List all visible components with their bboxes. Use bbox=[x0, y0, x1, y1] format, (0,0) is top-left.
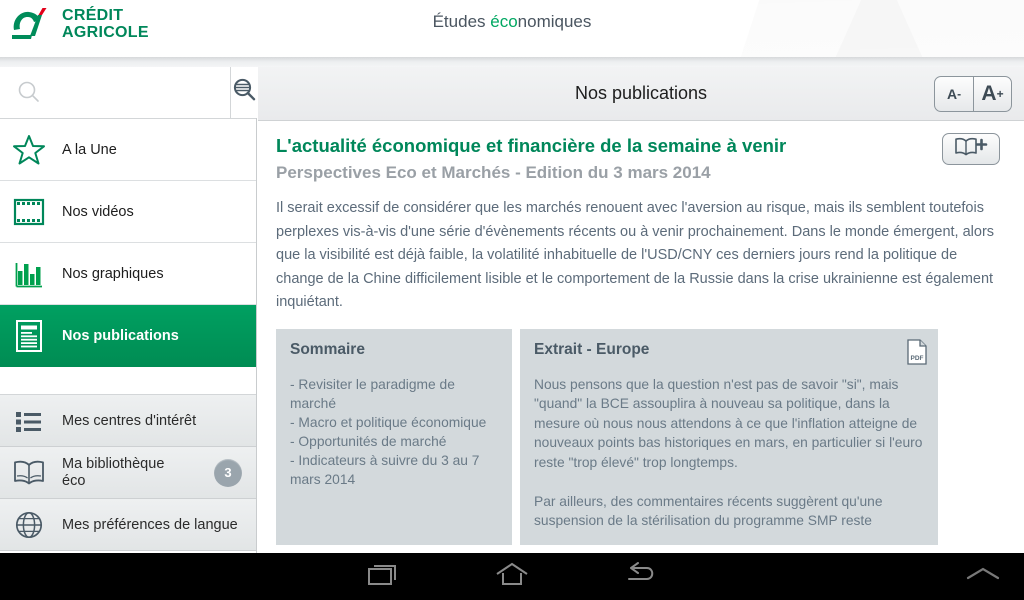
star-icon bbox=[10, 133, 48, 167]
home-icon bbox=[494, 560, 530, 593]
article: L'actualité économique et financière de … bbox=[258, 121, 1024, 553]
font-increase-label: A bbox=[981, 81, 997, 105]
android-navigation-bar bbox=[0, 553, 1024, 600]
app-root: CRÉDIT AGRICOLE Études économiques A la … bbox=[0, 0, 1024, 600]
chevron-up-icon bbox=[963, 563, 1003, 590]
bar-chart-icon bbox=[10, 258, 48, 290]
sidebar-item-label: Nos vidéos bbox=[62, 203, 134, 220]
add-to-library-button[interactable] bbox=[942, 133, 1000, 165]
page-title-accent: éco bbox=[490, 12, 518, 31]
font-decrease-label: A bbox=[946, 85, 958, 102]
panel-title: Extrait - Europe bbox=[534, 340, 650, 358]
sidebar-item-label-line2: éco bbox=[62, 472, 86, 489]
font-size-controls: A- A + bbox=[934, 75, 1012, 112]
advanced-search-icon bbox=[231, 77, 258, 109]
sidebar-item-label: Ma bibliothèque éco bbox=[62, 456, 164, 490]
book-icon bbox=[10, 459, 48, 487]
pdf-icon[interactable]: PDF bbox=[906, 338, 928, 370]
search-input[interactable] bbox=[16, 85, 230, 100]
sidebar-item-label: A la Une bbox=[62, 141, 117, 158]
book-plus-icon bbox=[954, 136, 988, 163]
sidebar-item-mes-centres-dinteret[interactable]: Mes centres d'intérêt bbox=[0, 395, 256, 447]
article-subtitle: Perspectives Eco et Marchés - Edition du… bbox=[276, 163, 711, 182]
svg-text:PDF: PDF bbox=[911, 355, 924, 362]
sidebar-spacer bbox=[0, 367, 256, 395]
page-title-part-3: nomiques bbox=[517, 12, 592, 31]
font-decrease-button[interactable]: A- bbox=[935, 77, 973, 111]
header-divider bbox=[0, 57, 1024, 67]
sidebar-item-label: Nos publications bbox=[62, 328, 179, 344]
search-icon bbox=[16, 80, 42, 111]
search-field[interactable] bbox=[0, 67, 231, 118]
advanced-search-button[interactable] bbox=[231, 67, 258, 118]
panel-sommaire: Sommaire - Revisiter le paradigme de mar… bbox=[276, 328, 512, 545]
sidebar-item-nos-publications[interactable]: Nos publications bbox=[0, 305, 256, 367]
sidebar-item-label: Mes préférences de langue bbox=[62, 516, 238, 533]
panel-extrait-europe: Extrait - Europe PDF Nous pensons que la… bbox=[520, 328, 938, 545]
article-panels: Sommaire - Revisiter le paradigme de mar… bbox=[276, 328, 1006, 545]
panel-title: Sommaire bbox=[290, 340, 365, 358]
globe-icon bbox=[10, 510, 48, 540]
recents-icon bbox=[366, 560, 400, 593]
sidebar: A la Une Nos vidéos Nos graphiques Nos p… bbox=[0, 67, 258, 553]
document-icon bbox=[10, 319, 48, 353]
font-decrease-sup: - bbox=[957, 86, 962, 101]
main-content: Nos publications A- A + L'actualité écon… bbox=[258, 67, 1024, 553]
list-icon bbox=[10, 409, 48, 433]
sidebar-primary-nav: A la Une Nos vidéos Nos graphiques Nos p… bbox=[0, 119, 256, 395]
recents-button[interactable] bbox=[348, 553, 418, 600]
search-bar bbox=[0, 67, 258, 119]
back-icon bbox=[625, 560, 659, 593]
article-body: Il serait excessif de considérer que les… bbox=[276, 200, 995, 310]
sidebar-item-ma-bibliotheque-eco[interactable]: Ma bibliothèque éco 3 bbox=[0, 447, 256, 499]
sidebar-item-label: Mes centres d'intérêt bbox=[62, 412, 197, 429]
sidebar-item-label-line1: Ma bibliothèque bbox=[62, 455, 165, 472]
sidebar-item-label: Nos graphiques bbox=[62, 265, 164, 282]
film-strip-icon bbox=[10, 197, 48, 227]
content-toolbar: Nos publications A- A + bbox=[258, 67, 1024, 121]
page-title-part-1: Études bbox=[432, 12, 491, 31]
expand-button[interactable] bbox=[948, 553, 1018, 600]
sidebar-item-mes-preferences-de-langue[interactable]: Mes préférences de langue bbox=[0, 499, 256, 551]
sidebar-item-a-la-une[interactable]: A la Une bbox=[0, 119, 256, 181]
sidebar-item-nos-graphiques[interactable]: Nos graphiques bbox=[0, 243, 256, 305]
home-button[interactable] bbox=[477, 553, 547, 600]
panel-body: Nous pensons que la question n'est pas d… bbox=[534, 376, 923, 529]
font-increase-button[interactable]: A + bbox=[973, 76, 1011, 111]
back-button[interactable] bbox=[607, 553, 677, 600]
font-increase-sup: + bbox=[996, 86, 1004, 101]
status-badge: 3 bbox=[214, 458, 242, 487]
sidebar-secondary-nav: Mes centres d'intérêt Ma bibliothèque éc… bbox=[0, 395, 256, 551]
sidebar-item-nos-videos[interactable]: Nos vidéos bbox=[0, 181, 256, 243]
panel-body: - Revisiter le paradigme de marché - Mac… bbox=[290, 376, 487, 487]
content-title: Nos publications bbox=[574, 83, 708, 103]
article-title: L'actualité économique et financière de … bbox=[276, 135, 787, 156]
app-header: CRÉDIT AGRICOLE Études économiques bbox=[0, 0, 1024, 57]
page-title: Études économiques bbox=[0, 12, 1024, 32]
